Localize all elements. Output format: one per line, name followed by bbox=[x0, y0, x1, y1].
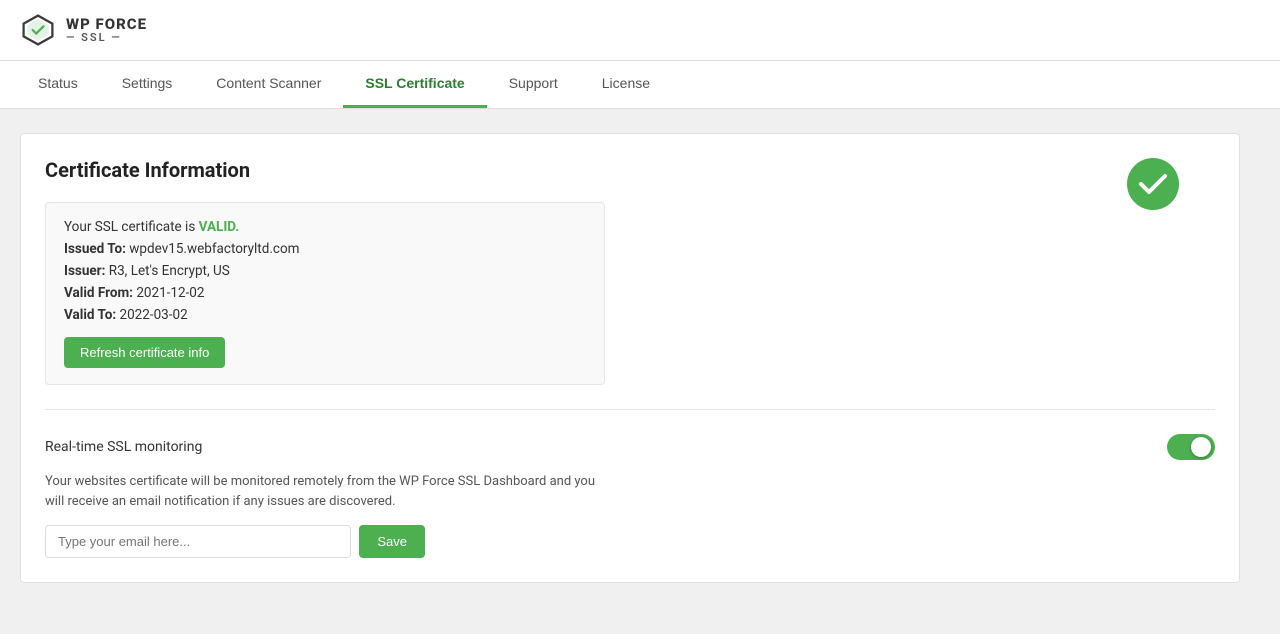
header: WP FORCE — SSL — bbox=[0, 0, 1280, 61]
section-title: Certificate Information bbox=[45, 158, 1215, 182]
issuer-row: Issuer: R3, Let's Encrypt, US bbox=[64, 263, 586, 279]
monitoring-toggle[interactable] bbox=[1167, 434, 1215, 460]
issuer-label: Issuer: bbox=[64, 263, 105, 279]
valid-to-row: Valid To: 2022-03-02 bbox=[64, 307, 586, 323]
toggle-track bbox=[1167, 434, 1215, 460]
tab-settings[interactable]: Settings bbox=[100, 61, 195, 108]
issuer-value-text: R3, Let's Encrypt, US bbox=[109, 263, 230, 279]
logo-ssl-line: — SSL — bbox=[66, 32, 147, 44]
issued-to-row: Issued To: wpdev15.webfactoryltd.com bbox=[64, 241, 586, 257]
monitoring-row: Real-time SSL monitoring bbox=[45, 434, 1215, 460]
issued-to-value-text: wpdev15.webfactoryltd.com bbox=[129, 241, 299, 257]
tab-support[interactable]: Support bbox=[487, 61, 580, 108]
ssl-status-text: Your SSL certificate is VALID. bbox=[64, 219, 586, 235]
valid-to-label: Valid To: bbox=[64, 307, 116, 323]
valid-from-value-text: 2021-12-02 bbox=[136, 285, 204, 301]
main-card: Certificate Information Your SSL certifi… bbox=[20, 133, 1240, 583]
monitoring-label: Real-time SSL monitoring bbox=[45, 439, 202, 455]
email-row: Save bbox=[45, 525, 425, 558]
valid-check-icon bbox=[1127, 158, 1179, 210]
logo-wp-text: WP FORCE bbox=[66, 16, 147, 33]
tab-content-scanner[interactable]: Content Scanner bbox=[194, 61, 343, 108]
logo-area: WP FORCE — SSL — bbox=[20, 12, 147, 48]
save-button[interactable]: Save bbox=[359, 525, 425, 558]
certificate-info-box: Your SSL certificate is VALID. Issued To… bbox=[45, 202, 605, 385]
section-divider bbox=[45, 409, 1215, 410]
logo-ssl-text: — SSL — bbox=[66, 32, 122, 44]
valid-to-value-text: 2022-03-02 bbox=[120, 307, 188, 323]
tab-status[interactable]: Status bbox=[16, 61, 100, 108]
tab-ssl-certificate[interactable]: SSL Certificate bbox=[343, 61, 486, 108]
monitoring-description: Your websites certificate will be monito… bbox=[45, 472, 605, 511]
ssl-valid-label: VALID. bbox=[199, 219, 240, 235]
logo-icon bbox=[20, 12, 56, 48]
toggle-thumb bbox=[1191, 437, 1211, 457]
issued-to-label: Issued To: bbox=[64, 241, 126, 257]
main-content: Certificate Information Your SSL certifi… bbox=[0, 109, 1260, 607]
email-input[interactable] bbox=[45, 525, 351, 558]
logo-text: WP FORCE — SSL — bbox=[66, 16, 147, 45]
refresh-certificate-button[interactable]: Refresh certificate info bbox=[64, 337, 225, 368]
tab-license[interactable]: License bbox=[580, 61, 672, 108]
valid-from-row: Valid From: 2021-12-02 bbox=[64, 285, 586, 301]
tab-bar: Status Settings Content Scanner SSL Cert… bbox=[0, 61, 1280, 109]
valid-from-label: Valid From: bbox=[64, 285, 133, 301]
